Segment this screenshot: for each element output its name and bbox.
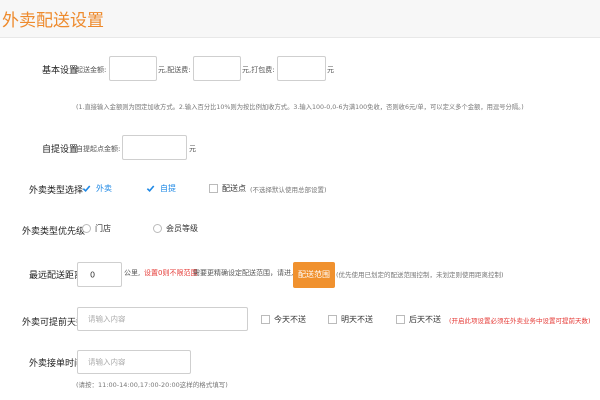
checkmark-icon [146,185,155,193]
range-instruction-text: 需要更精确设定配送范围，请进入 [193,269,298,277]
member-level-option-label: 会员等级 [166,224,198,233]
delivery-point-option-label: 配送点 [222,184,246,193]
packing-fee-input[interactable] [277,56,326,81]
type-select-hint: (不选择默认使用总部设置) [250,186,327,194]
advance-days-label: 外卖可提前天数 [22,318,86,328]
max-distance-input[interactable]: 0 [77,262,122,287]
delivery-point-checkbox[interactable] [209,184,218,193]
day-after-no-delivery-checkbox[interactable] [396,315,405,324]
delivery-fee-input[interactable] [193,56,241,81]
start-amount-input[interactable] [109,56,157,81]
delivery-fee-label: 元,配送费: [158,66,191,74]
checkmark-icon [82,185,91,193]
priority-label: 外卖类型优先级 [22,227,86,237]
advance-days-warning: (开启此项设置必须在外卖业务中设置可提前天数) [449,317,591,325]
packing-fee-label: 元,打包费: [242,66,275,74]
member-level-radio[interactable] [153,224,162,233]
advance-days-placeholder: 请输入内容 [88,314,126,324]
pickup-option-label: 自提 [160,184,176,193]
unlimited-range-warning: 设置0则不限范围 [144,269,198,277]
pickup-start-label: 自提起点金额: [76,145,121,153]
advance-days-input[interactable]: 请输入内容 [77,307,248,331]
page-title: 外卖配送设置 [2,11,104,31]
start-amount-label: 起送金额: [76,66,107,74]
tomorrow-no-delivery-checkbox[interactable] [328,315,337,324]
today-no-delivery-checkbox[interactable] [261,315,270,324]
km-unit: 公里, [124,269,141,277]
accept-time-input[interactable]: 请输入内容 [77,350,191,374]
range-priority-hint: (优先使用已划定的配送范围控制，未划定则使用距离控制) [336,271,504,279]
delivery-range-button[interactable]: 配送范围 [293,262,335,288]
store-option-label: 门店 [95,224,111,233]
basic-settings-label: 基本设置 [42,66,79,76]
basic-settings-note: (1.直接输入金额则为固定加收方式。2.输入百分比10%则为按比例加收方式。3.… [76,104,524,111]
pickup-yuan-unit: 元 [189,145,196,153]
page-header: 外卖配送设置 [0,0,600,38]
accept-time-note: (请按：11:00-14:00,17:00-20:00这样的格式填写) [76,381,228,389]
accept-time-placeholder: 请输入内容 [88,357,126,367]
store-radio[interactable] [82,224,91,233]
type-select-label: 外卖类型选择 [29,186,84,196]
tomorrow-no-delivery-label: 明天不送 [341,315,373,324]
yuan-unit: 元 [327,66,334,74]
takeout-option-label: 外卖 [96,184,112,193]
pickup-checkbox[interactable] [146,184,155,193]
today-no-delivery-label: 今天不送 [274,315,306,324]
pickup-settings-label: 自提设置 [42,145,79,155]
pickup-start-input[interactable] [122,135,187,160]
accept-time-label: 外卖接单时间 [29,359,84,369]
max-distance-value: 0 [90,270,96,279]
day-after-no-delivery-label: 后天不送 [409,315,441,324]
max-distance-label: 最远配送距离 [29,271,84,281]
takeout-checkbox[interactable] [82,184,91,193]
